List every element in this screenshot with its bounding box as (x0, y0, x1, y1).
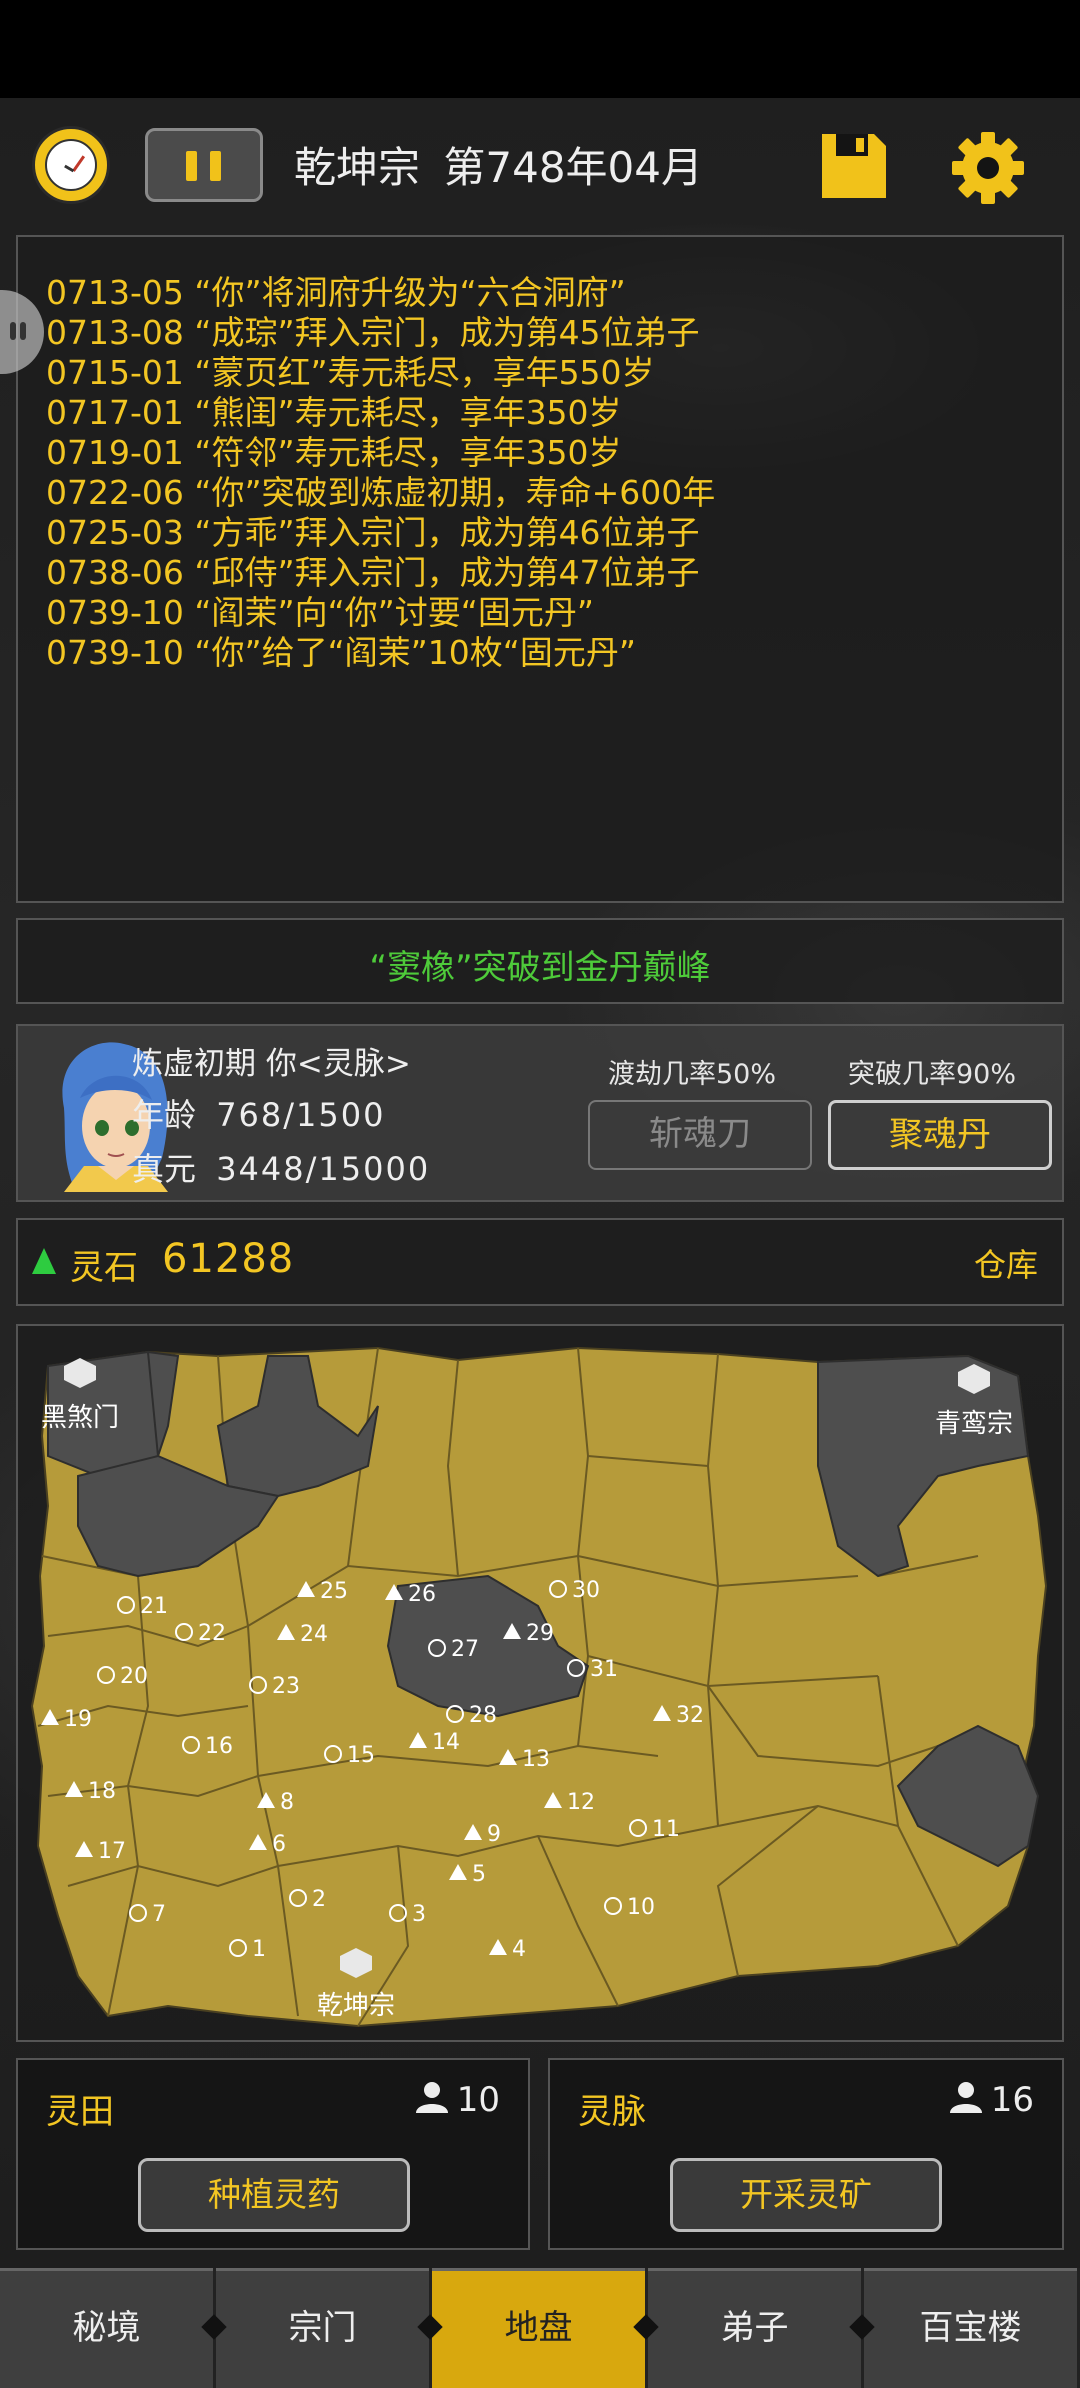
region-number-label: 21 (140, 1594, 168, 1619)
worker-count: 10 (456, 2080, 500, 2120)
region-number-label: 17 (98, 1839, 126, 1864)
pause-icon-bar (210, 151, 221, 181)
soul-pill-button[interactable]: 聚魂丹 (828, 1100, 1052, 1170)
region-number-label: 7 (152, 1902, 166, 1927)
region-number-label: 3 (412, 1902, 426, 1927)
worker-count: 16 (990, 2080, 1034, 2120)
region-number-label: 27 (451, 1637, 479, 1662)
region-number-label: 28 (469, 1703, 497, 1728)
game-date: 第748年04月 (443, 143, 703, 192)
spirit-field-title: 灵田 (46, 2092, 114, 2132)
region-number-label: 23 (272, 1674, 300, 1699)
spirit-stone-label: 灵石 (70, 1248, 138, 1288)
spirit-vein-card: 灵脉 16 开采灵矿 (548, 2058, 1064, 2250)
region-number-label: 29 (526, 1621, 554, 1646)
player-realm: 炼虚初期 你<灵脉> (132, 1046, 411, 1082)
region-number-label: 22 (198, 1621, 226, 1646)
region-number-label: 30 (572, 1578, 600, 1603)
rival-sect-qingluan[interactable]: 青鸾宗 (935, 1409, 1013, 1439)
region-number-label: 10 (627, 1895, 655, 1920)
handle-grip (20, 322, 26, 340)
region-number-label: 4 (512, 1937, 526, 1962)
energy-label: 真元 (132, 1150, 197, 1188)
page-title: 乾坤宗 第748年04月 (294, 134, 703, 195)
breakthrough-rate: 突破几率90% (848, 1059, 1017, 1090)
region-number-label: 25 (320, 1579, 348, 1604)
region-number-label: 2 (312, 1887, 326, 1912)
soul-blade-button[interactable]: 斩魂刀 (588, 1100, 812, 1170)
region-number-label: 6 (272, 1832, 286, 1857)
region-number-label: 11 (652, 1817, 680, 1842)
clock-icon[interactable] (32, 126, 110, 204)
spirit-field-card: 灵田 10 种植灵药 (16, 2058, 530, 2250)
territory-map[interactable]: 1 2 3 7 10 16 23 27 28 11 15 20 21 22 30 31 4 5 6 8 9 12 13 14… (16, 1324, 1064, 2042)
region-number-label: 24 (300, 1622, 328, 1647)
rival-sect-heisha[interactable]: 黑煞门 (41, 1403, 119, 1433)
region-number-label: 18 (88, 1779, 116, 1804)
warehouse-link[interactable]: 仓库 (974, 1240, 1038, 1286)
region-number-label: 15 (347, 1743, 375, 1768)
region-number-label: 1 (252, 1937, 266, 1962)
plant-herbs-button[interactable]: 种植灵药 (138, 2158, 410, 2232)
clock-hand-hour (64, 164, 75, 173)
save-icon[interactable] (818, 130, 890, 202)
event-log[interactable]: 0713-05 “你”将洞府升级为“六合洞府” 0713-08 “成琮”拜入宗门… (16, 235, 1064, 903)
player-age: 年龄 768/1500 (132, 1090, 385, 1136)
region-number-label: 19 (64, 1707, 92, 1732)
energy-value: 3448/15000 (216, 1150, 431, 1188)
tab-disciples[interactable]: 弟子 (648, 2268, 861, 2388)
tab-treasure-house[interactable]: 百宝楼 (864, 2268, 1077, 2388)
spirit-stone-value: 61288 (162, 1236, 295, 1282)
region-number-label: 12 (567, 1790, 595, 1815)
spirit-stone-bar: 灵石 61288 仓库 (16, 1218, 1064, 1306)
mine-ore-button[interactable]: 开采灵矿 (670, 2158, 942, 2232)
territory-map-canvas[interactable]: 1237 101623272811152021223031 45689121314… (18, 1326, 1062, 2040)
spirit-vein-worker-count: 16 (949, 2080, 1034, 2120)
increase-arrow-icon (32, 1248, 56, 1274)
age-value: 768/1500 (216, 1096, 386, 1134)
region-number-label: 5 (472, 1862, 486, 1887)
home-sect-label[interactable]: 乾坤宗 (317, 1991, 395, 2021)
region-number-label: 14 (432, 1730, 460, 1755)
region-number-label: 8 (280, 1790, 294, 1815)
region-number-label: 32 (676, 1703, 704, 1728)
log-line: 0739-10 “你”给了“阎茉”10枚“固元丹” (46, 633, 636, 672)
bottom-tab-bar: 秘境 宗门 地盘 弟子 百宝楼 (0, 2268, 1080, 2388)
gear-icon[interactable] (950, 130, 1026, 206)
tab-sect[interactable]: 宗门 (216, 2268, 429, 2388)
region-number-label: 20 (120, 1664, 148, 1689)
age-label: 年龄 (132, 1096, 197, 1134)
person-icon (949, 2082, 982, 2113)
player-panel: 炼虚初期 你<灵脉> 年龄 768/1500 真元 3448/15000 渡劫几… (16, 1024, 1064, 1202)
person-icon (415, 2082, 448, 2113)
handle-grip (10, 322, 16, 340)
sect-name: 乾坤宗 (294, 143, 421, 192)
region-number-label: 9 (487, 1822, 501, 1847)
news-text: “窦橡”突破到金丹巅峰 (369, 948, 711, 988)
tab-territory[interactable]: 地盘 (432, 2268, 645, 2388)
spirit-field-worker-count: 10 (415, 2080, 500, 2120)
region-number-label: 16 (205, 1734, 233, 1759)
spirit-vein-title: 灵脉 (578, 2092, 646, 2132)
region-number-label: 26 (408, 1582, 436, 1607)
news-banner: “窦橡”突破到金丹巅峰 (16, 918, 1064, 1004)
pause-icon (186, 151, 197, 181)
player-energy: 真元 3448/15000 (132, 1144, 430, 1190)
pause-button[interactable] (145, 128, 263, 202)
region-number-label: 13 (522, 1747, 550, 1772)
tribulation-rate: 渡劫几率50% (608, 1059, 777, 1090)
region-number-label: 31 (590, 1657, 618, 1682)
status-bar (0, 0, 1080, 98)
clock-face (45, 139, 97, 191)
tab-secret-realm[interactable]: 秘境 (0, 2268, 213, 2388)
